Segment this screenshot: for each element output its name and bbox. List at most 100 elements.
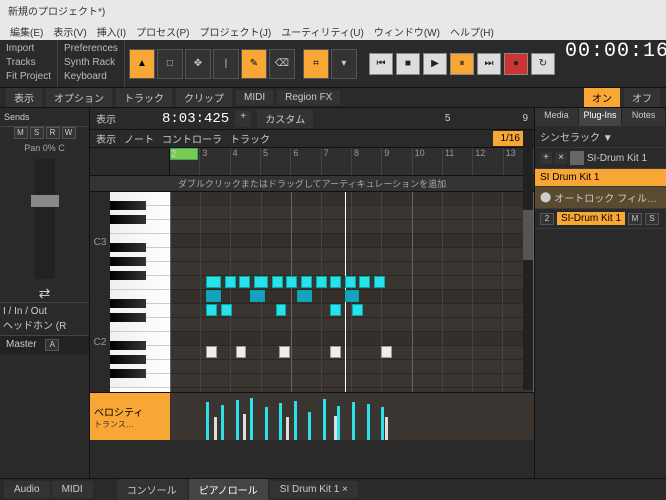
subtab-midi[interactable]: MIDI	[236, 90, 273, 105]
tab-track-clip[interactable]: SI Drum Kit 1 ×	[270, 481, 358, 498]
velocity-label[interactable]: ベロシティ	[94, 404, 166, 419]
midi-note[interactable]	[352, 304, 363, 316]
tab-audio[interactable]: Audio	[4, 481, 50, 498]
tab-piano-roll[interactable]: ピアノロール	[189, 479, 268, 500]
master-a-button[interactable]: A	[45, 339, 59, 351]
sub-controller[interactable]: コントローラ	[162, 131, 222, 146]
add-synth-icon[interactable]: +	[540, 152, 552, 164]
note-grid[interactable]	[170, 192, 534, 392]
midi-note[interactable]	[236, 346, 247, 358]
snap-toggle[interactable]: ⌗	[303, 49, 329, 79]
midi-note[interactable]	[206, 290, 221, 302]
velocity-bar[interactable]	[334, 416, 337, 440]
midi-note[interactable]	[381, 346, 392, 358]
strip-m[interactable]: M	[628, 213, 642, 225]
midi-note[interactable]	[279, 346, 290, 358]
ffwd-button[interactable]: ⏭	[477, 53, 501, 75]
custom-preset[interactable]: カスタム	[257, 109, 313, 128]
btn-import[interactable]: Import	[6, 42, 51, 56]
track-strip-name[interactable]: SI-Drum Kit 1	[557, 212, 625, 225]
velocity-lane[interactable]	[170, 393, 534, 440]
midi-note[interactable]	[345, 276, 356, 288]
piano-keyboard[interactable]	[110, 192, 170, 392]
velocity-bar[interactable]	[385, 417, 388, 441]
view-menu[interactable]: 表示	[96, 111, 116, 126]
tab-plugins[interactable]: Plug-Ins	[579, 108, 623, 126]
velocity-bar[interactable]	[323, 399, 326, 440]
bar-ruler[interactable]: 2 2 3 4 5 6 7 8 9 10 11 12 13	[170, 148, 534, 175]
menu-insert[interactable]: 挿入(I)	[93, 24, 130, 38]
velocity-bar[interactable]	[286, 417, 289, 440]
loop-button[interactable]: ↻	[531, 53, 555, 75]
midi-note[interactable]	[330, 304, 341, 316]
btn-fit-project[interactable]: Fit Project	[6, 70, 51, 84]
pan-display[interactable]: Pan 0% C	[0, 143, 89, 153]
add-button[interactable]: +	[235, 111, 251, 127]
remove-synth-icon[interactable]: ×	[555, 152, 567, 164]
subtab-regionfx[interactable]: Region FX	[277, 90, 340, 105]
tool-select[interactable]: □	[157, 49, 183, 79]
track-sends[interactable]: Sends	[0, 108, 89, 127]
auto-icon[interactable]: ⬤	[540, 192, 551, 203]
filter-label[interactable]: フィル…	[617, 190, 657, 205]
tool-smart[interactable]: ▲	[129, 49, 155, 79]
menu-help[interactable]: ヘルプ(H)	[446, 24, 498, 38]
synth-rack-header[interactable]: シンセラック ▼	[535, 126, 666, 148]
midi-note[interactable]	[276, 304, 287, 316]
tool-edit[interactable]: |	[213, 49, 239, 79]
midi-note[interactable]	[359, 276, 370, 288]
strip-s[interactable]: S	[645, 213, 659, 225]
clip-marker[interactable]: 2	[170, 148, 198, 160]
midi-note[interactable]	[254, 276, 269, 288]
position-display[interactable]: 8:03:425	[162, 111, 229, 127]
midi-note[interactable]	[206, 346, 217, 358]
tab-console[interactable]: コンソール	[117, 479, 187, 500]
write-button[interactable]: W	[62, 127, 76, 139]
btn-preferences[interactable]: Preferences	[64, 42, 118, 56]
sub-note[interactable]: ノート	[124, 131, 154, 146]
btn-tracks[interactable]: Tracks	[6, 56, 51, 70]
midi-note[interactable]	[239, 276, 250, 288]
vertical-scrollbar[interactable]	[523, 130, 533, 390]
rewind-button[interactable]: ⏮	[369, 53, 393, 75]
velocity-bar[interactable]	[381, 407, 384, 440]
record-arm[interactable]: R	[46, 127, 60, 139]
midi-note[interactable]	[374, 276, 385, 288]
midi-note[interactable]	[286, 276, 297, 288]
subtab-display[interactable]: 表示	[6, 88, 42, 107]
velocity-bar[interactable]	[337, 406, 340, 440]
transpose-label[interactable]: トランス…	[94, 419, 166, 430]
subtab-clip[interactable]: クリップ	[176, 88, 232, 107]
menu-utility[interactable]: ユーティリティ(U)	[277, 24, 368, 38]
subtab-options[interactable]: オプション	[46, 88, 112, 107]
mute-button[interactable]: M	[14, 127, 28, 139]
play-button[interactable]: ▶	[423, 53, 447, 75]
midi-note[interactable]	[272, 276, 283, 288]
synth-item-0[interactable]: SI-Drum Kit 1	[587, 153, 647, 164]
midi-note[interactable]	[330, 346, 341, 358]
midi-note[interactable]	[225, 276, 236, 288]
midi-note[interactable]	[316, 276, 327, 288]
midi-note[interactable]	[250, 290, 265, 302]
velocity-bar[interactable]	[352, 402, 355, 440]
btn-synth-rack[interactable]: Synth Rack	[64, 56, 118, 70]
midi-note[interactable]	[330, 276, 341, 288]
velocity-bar[interactable]	[308, 412, 311, 440]
velocity-bar[interactable]	[367, 404, 370, 440]
autolock-label[interactable]: オートロック	[554, 190, 614, 205]
velocity-bar[interactable]	[279, 403, 282, 440]
midi-note[interactable]	[221, 304, 232, 316]
link-icon[interactable]: ⇄	[0, 285, 89, 302]
velocity-bar[interactable]	[243, 414, 246, 440]
subtab-track[interactable]: トラック	[116, 88, 172, 107]
stop-button[interactable]: ■	[396, 53, 420, 75]
record-button[interactable]: ●	[504, 53, 528, 75]
velocity-bar[interactable]	[250, 398, 253, 440]
midi-note[interactable]	[206, 304, 217, 316]
btn-keyboard[interactable]: Keyboard	[64, 70, 118, 84]
menu-process[interactable]: プロセス(P)	[132, 24, 193, 38]
velocity-bar[interactable]	[294, 401, 297, 440]
midi-note[interactable]	[206, 276, 221, 288]
volume-fader[interactable]	[35, 159, 55, 279]
tab-media[interactable]: Media	[535, 108, 579, 126]
